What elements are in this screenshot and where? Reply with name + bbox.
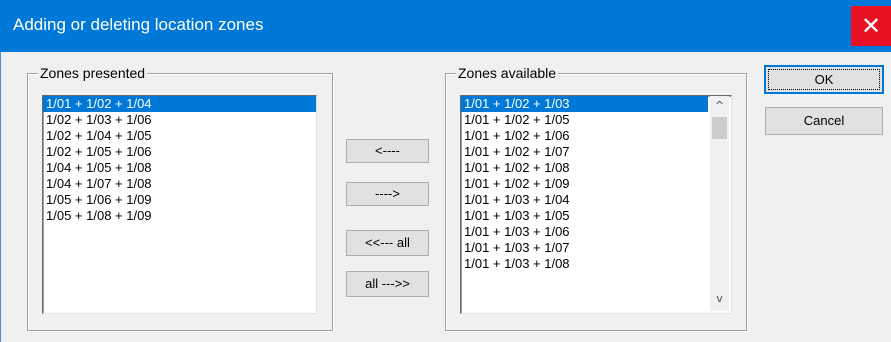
list-item[interactable]: 1/05 + 1/06 + 1/09 (43, 192, 316, 208)
list-item[interactable]: 1/02 + 1/04 + 1/05 (43, 128, 316, 144)
scroll-up-icon[interactable]: ^ (711, 97, 728, 114)
list-item[interactable]: 1/01 + 1/03 + 1/04 (461, 192, 708, 208)
zones-available-list[interactable]: 1/01 + 1/02 + 1/03 1/01 + 1/02 + 1/05 1/01… (460, 95, 732, 314)
move-right-button[interactable]: ----> (346, 182, 429, 206)
close-icon[interactable]: ✕ (851, 6, 891, 46)
list-item[interactable]: 1/04 + 1/05 + 1/08 (43, 160, 316, 176)
list-item[interactable]: 1/01 + 1/03 + 1/07 (461, 240, 708, 256)
list-item[interactable]: 1/02 + 1/05 + 1/06 (43, 144, 316, 160)
list-item[interactable]: 1/01 + 1/02 + 1/09 (461, 176, 708, 192)
list-item[interactable]: 1/01 + 1/02 + 1/08 (461, 160, 708, 176)
ok-button[interactable]: OK (764, 65, 884, 94)
list-item[interactable]: 1/01 + 1/03 + 1/06 (461, 224, 708, 240)
cancel-button[interactable]: Cancel (765, 107, 883, 135)
zones-available-label: Zones available (456, 65, 559, 81)
move-left-button[interactable]: <---- (346, 139, 429, 163)
zones-available-group: Zones available 1/01 + 1/02 + 1/03 1/01 +… (445, 65, 747, 331)
zones-presented-items: 1/01 + 1/02 + 1/04 1/02 + 1/03 + 1/06 1/02… (43, 96, 316, 224)
zones-presented-group: Zones presented 1/01 + 1/02 + 1/04 1/02 +… (27, 65, 333, 331)
list-item[interactable]: 1/05 + 1/08 + 1/09 (43, 208, 316, 224)
list-item[interactable]: 1/01 + 1/02 + 1/07 (461, 144, 708, 160)
window-border (0, 52, 1, 342)
list-item[interactable]: 1/01 + 1/02 + 1/03 (461, 96, 708, 112)
list-item[interactable]: 1/01 + 1/03 + 1/05 (461, 208, 708, 224)
title-bar[interactable]: Adding or deleting location zones ✕ (0, 0, 891, 52)
scrollbar-thumb[interactable] (712, 117, 727, 139)
list-item[interactable]: 1/01 + 1/02 + 1/05 (461, 112, 708, 128)
zones-presented-list[interactable]: 1/01 + 1/02 + 1/04 1/02 + 1/03 + 1/06 1/02… (42, 95, 317, 314)
move-all-left-button[interactable]: <<--- all (346, 230, 429, 256)
list-item[interactable]: 1/01 + 1/02 + 1/06 (461, 128, 708, 144)
scroll-down-icon[interactable]: v (711, 290, 728, 307)
vertical-scrollbar[interactable]: ^ v (710, 96, 729, 311)
list-item[interactable]: 1/01 + 1/02 + 1/04 (43, 96, 316, 112)
list-item[interactable]: 1/01 + 1/03 + 1/08 (461, 256, 708, 272)
window-title: Adding or deleting location zones (13, 15, 264, 34)
zones-available-items: 1/01 + 1/02 + 1/03 1/01 + 1/02 + 1/05 1/01… (461, 96, 708, 272)
dialog-window: Adding or deleting location zones ✕ Zone… (0, 0, 891, 342)
list-item[interactable]: 1/04 + 1/07 + 1/08 (43, 176, 316, 192)
move-all-right-button[interactable]: all --->> (346, 271, 429, 297)
ok-button-label: OK (814, 72, 834, 87)
zones-presented-label: Zones presented (38, 65, 148, 81)
list-item[interactable]: 1/02 + 1/03 + 1/06 (43, 112, 316, 128)
